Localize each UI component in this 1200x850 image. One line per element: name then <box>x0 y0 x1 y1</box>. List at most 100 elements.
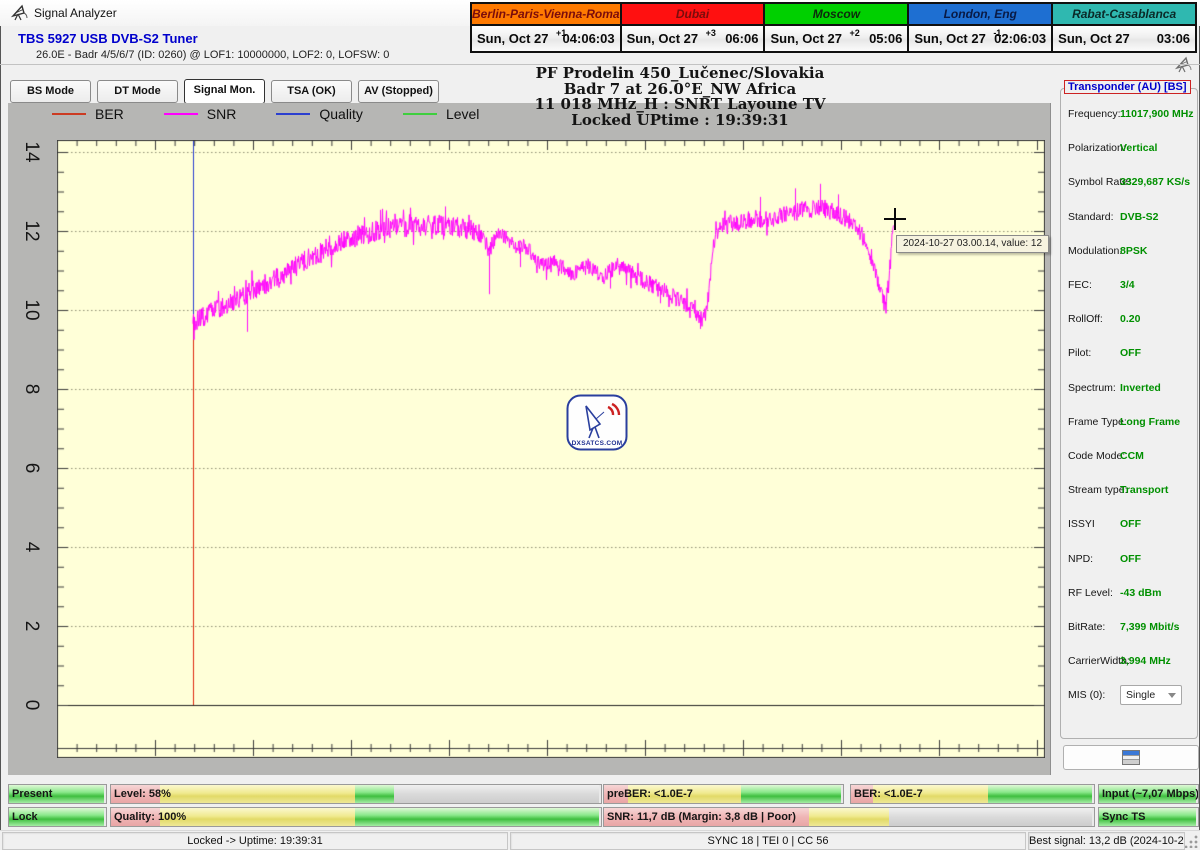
chart-legend: BER SNR Quality Level <box>52 106 519 122</box>
tab-signal-mon[interactable]: Signal Mon. <box>184 79 265 104</box>
spectrum-list-button[interactable] <box>1063 745 1199 770</box>
progress-bar-snr: SNR: 11,7 dB (Margin: 3,8 dB | Poor) <box>603 807 1095 827</box>
bar-label-syncts: Sync TS <box>1102 808 1145 826</box>
window-title: Signal Analyzer <box>34 6 117 20</box>
field-value: 3329,687 KS/s <box>1120 176 1190 188</box>
dxsatcs-logo: DXSATCS.COM <box>566 394 628 451</box>
mis-selected-value: Single <box>1126 689 1155 701</box>
bar-label-preber: preBER: <1.0E-7 <box>607 785 693 803</box>
field-label: CarrierWidth: <box>1068 655 1120 667</box>
bar-segment-yellow <box>809 808 890 826</box>
transponder-row-npd: NPD:OFF <box>1068 541 1192 575</box>
field-value: 8PSK <box>1120 245 1147 257</box>
world-clocks: Berlin-Paris-Vienna-RomaSun, Oct 27+104:… <box>470 2 1197 53</box>
clock-time-row: Sun, Oct 27+104:06:03 <box>472 26 620 51</box>
clock-london-eng: London, EngSun, Oct 27-102:06:03 <box>907 2 1053 53</box>
bar-segment-green <box>988 785 1092 803</box>
bar-label-quality: Quality: 100% <box>114 808 186 826</box>
transponder-row-bitrate: BitRate:7,399 Mbit/s <box>1068 610 1192 644</box>
legend-item-snr: SNR <box>164 106 237 122</box>
bar-label-present: Present <box>12 785 52 803</box>
field-label: Modulation: <box>1068 245 1120 257</box>
transponder-row-issyi: ISSYIOFF <box>1068 507 1192 541</box>
progress-bar-ber: BER: <1.0E-7 <box>850 784 1095 804</box>
y-tick-label-2: 2 <box>18 611 44 641</box>
y-tick-label-14: 14 <box>18 137 44 167</box>
field-label: Stream type: <box>1068 484 1120 496</box>
field-label: Polarization: <box>1068 142 1120 154</box>
clock-city-label: Moscow <box>765 4 907 26</box>
statusbar-cell-1: SYNC 18 | TEI 0 | CC 56 <box>510 832 1026 850</box>
field-label: Spectrum: <box>1068 382 1120 394</box>
transponder-rows: Frequency:11017,900 MHz Polarization:Vert… <box>1068 97 1192 712</box>
bar-label-ber: BER: <1.0E-7 <box>854 785 923 803</box>
dxsatcs-logo-text: DXSATCS.COM <box>566 440 628 447</box>
field-value: Transport <box>1120 484 1168 496</box>
bar-segment-gray <box>889 808 1092 826</box>
field-value: 11017,900 MHz <box>1120 108 1194 120</box>
transponder-row-spectrum: Spectrum:Inverted <box>1068 371 1192 405</box>
tab-bs-mode[interactable]: BS Mode <box>10 80 91 103</box>
bar-segment-yellow <box>160 785 355 803</box>
clock-date: Sun, Oct 27 <box>627 31 699 46</box>
transponder-row-standard: Standard:DVB-S2 <box>1068 200 1192 234</box>
transponder-title: Transponder (AU) [BS] <box>1064 80 1191 94</box>
clock-time: 02:06:03 <box>994 31 1046 46</box>
legend-item-quality: Quality <box>276 106 363 122</box>
satellite-dish-icon <box>10 4 28 22</box>
statusbar-cell-0: Locked -> Uptime: 19:39:31 <box>2 832 508 850</box>
field-label: Standard: <box>1068 211 1120 223</box>
statusbar-cell-2: Best signal: 13,2 dB (2024-10-26 23:26) <box>1028 832 1185 850</box>
bar-label-input: Input (~7,07 Mbps) <box>1102 785 1199 803</box>
progress-bar-present: Present <box>8 784 107 804</box>
field-value: Inverted <box>1120 382 1161 394</box>
value-tooltip: 2024-10-27 03.00.14, value: 12 <box>896 235 1049 253</box>
snr-plot[interactable] <box>57 140 1045 758</box>
y-tick-label-10: 10 <box>18 295 44 325</box>
clock-date: Sun, Oct 27 <box>914 31 986 46</box>
y-tick-label-12: 12 <box>18 216 44 246</box>
field-value: OFF <box>1120 347 1141 359</box>
field-value: 0.20 <box>1120 313 1140 325</box>
field-label: FEC: <box>1068 279 1120 291</box>
field-label: RF Level: <box>1068 587 1120 599</box>
tab-dt-mode[interactable]: DT Mode <box>97 80 178 103</box>
clock-time: 03:06 <box>1157 31 1190 46</box>
legend-label: Level <box>446 106 479 122</box>
transponder-row-frequency: Frequency:11017,900 MHz <box>1068 97 1192 131</box>
field-value: 3/4 <box>1120 279 1135 291</box>
legend-item-ber: BER <box>52 106 124 122</box>
clock-time: 05:06 <box>869 31 902 46</box>
field-label: Frame Type: <box>1068 416 1120 428</box>
clock-dubai: DubaiSun, Oct 27+306:06 <box>620 2 766 53</box>
field-label: ISSYI <box>1068 518 1120 530</box>
mode-tabs: BS ModeDT ModeSignal Mon.TSA (OK)AV (Sto… <box>10 80 439 104</box>
legend-label: Quality <box>319 106 363 122</box>
bar-label-level: Level: 58% <box>114 785 171 803</box>
bar-label-snr: SNR: 11,7 dB (Margin: 3,8 dB | Poor) <box>607 808 796 826</box>
progress-bar-input: Input (~7,07 Mbps) <box>1098 784 1199 804</box>
legend-label: SNR <box>207 106 237 122</box>
field-value: Vertical <box>1120 142 1157 154</box>
clock-berlin-paris-vienna-roma: Berlin-Paris-Vienna-RomaSun, Oct 27+104:… <box>470 2 622 53</box>
tuner-detail: 26.0E - Badr 4/5/6/7 (ID: 0260) @ LOF1: … <box>36 49 389 61</box>
clock-date: Sun, Oct 27 <box>1058 31 1130 46</box>
field-label: Symbol Rate: <box>1068 176 1120 188</box>
bar-segment-green <box>741 785 841 803</box>
legend-line-level <box>403 113 437 115</box>
tab-tsa-ok[interactable]: TSA (OK) <box>271 80 352 103</box>
clock-moscow: MoscowSun, Oct 27+205:06 <box>763 2 909 53</box>
clock-time: 06:06 <box>725 31 758 46</box>
field-value: CCM <box>1120 450 1144 462</box>
resize-grip[interactable] <box>1185 835 1198 848</box>
transponder-row-frame-type: Frame Type:Long Frame <box>1068 405 1192 439</box>
legend-label: BER <box>95 106 124 122</box>
field-value: -43 dBm <box>1120 587 1161 599</box>
y-tick-label-6: 6 <box>18 453 44 483</box>
y-tick-label-8: 8 <box>18 374 44 404</box>
field-label: Pilot: <box>1068 347 1120 359</box>
tuner-name: TBS 5927 USB DVB-S2 Tuner <box>18 31 198 46</box>
clock-time-row: Sun, Oct 27-102:06:03 <box>909 26 1051 51</box>
mis-dropdown[interactable]: Single <box>1120 685 1182 705</box>
progress-bar-preber: preBER: <1.0E-7 <box>603 784 844 804</box>
